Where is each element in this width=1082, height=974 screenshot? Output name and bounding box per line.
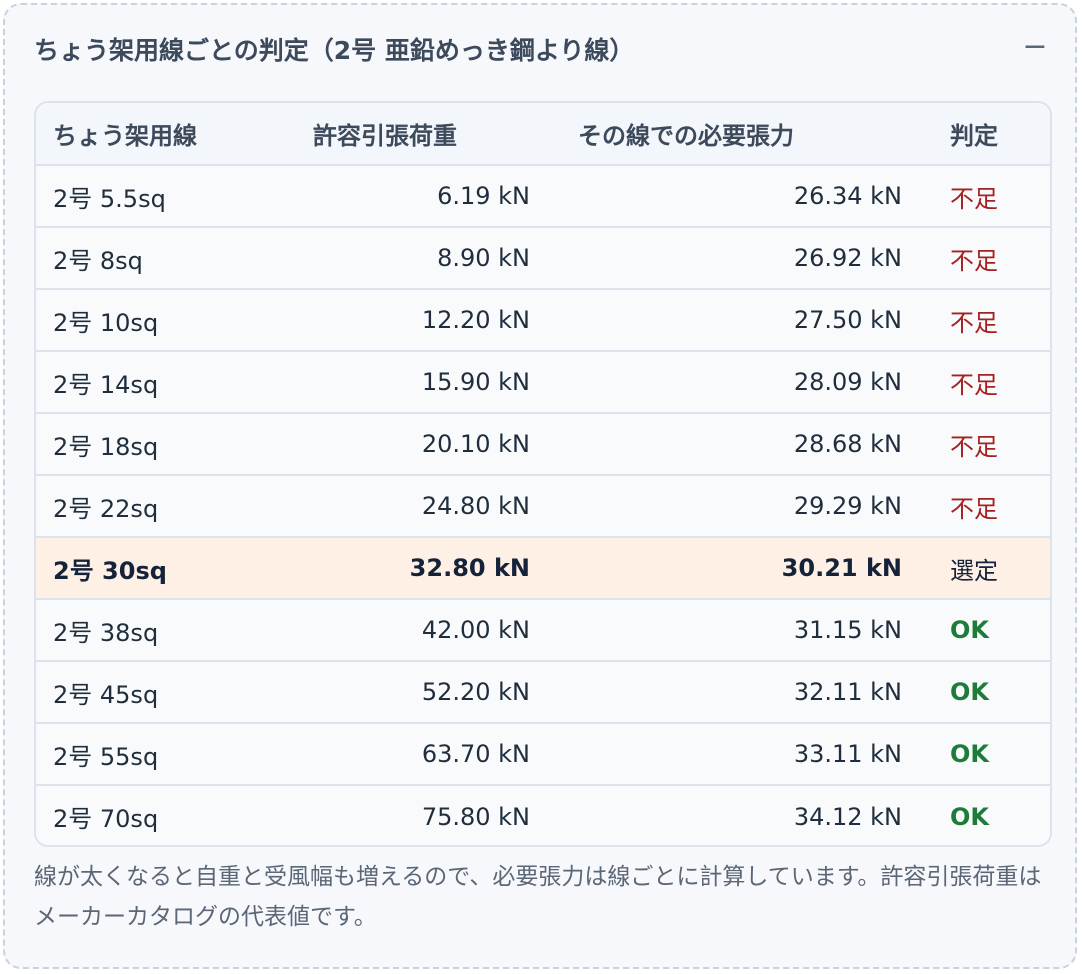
table-row: 2号 70sq 75.80 kN 34.12 kN OK (36, 785, 1050, 845)
cell-required-tension: 28.68 kN (548, 413, 920, 476)
cell-allowable-load: 8.90 kN (266, 227, 548, 290)
cell-required-tension: 26.34 kN (548, 165, 920, 228)
cell-wire: 2号 8sq (36, 227, 266, 290)
collapse-button[interactable]: − (1017, 29, 1053, 65)
judgement-table-card: ちょう架用線 許容引張荷重 その線での必要張力 判定 2号 5.5sq 6.19… (34, 101, 1052, 847)
cell-required-tension: 30.21 kN (548, 537, 920, 600)
cell-judgement: OK (920, 661, 1050, 724)
cell-judgement: 不足 (920, 351, 1050, 414)
cell-allowable-load: 20.10 kN (266, 413, 548, 476)
table-header-row: ちょう架用線 許容引張荷重 その線での必要張力 判定 (36, 103, 1050, 166)
cell-required-tension: 26.92 kN (548, 227, 920, 290)
cell-required-tension: 32.11 kN (548, 661, 920, 724)
cell-required-tension: 28.09 kN (548, 351, 920, 414)
wire-judgement-panel: ちょう架用線ごとの判定（2号 亜鉛めっき鋼より線） − ちょう架用線 許容引張荷… (3, 3, 1077, 969)
table-row: 2号 18sq 20.10 kN 28.68 kN 不足 (36, 413, 1050, 476)
cell-judgement: 選定 (920, 537, 1050, 600)
cell-judgement: 不足 (920, 475, 1050, 538)
cell-wire: 2号 5.5sq (36, 165, 266, 228)
cell-required-tension: 34.12 kN (548, 785, 920, 845)
cell-allowable-load: 75.80 kN (266, 785, 548, 845)
cell-judgement: 不足 (920, 227, 1050, 290)
table-row-selected: 2号 30sq 32.80 kN 30.21 kN 選定 (36, 537, 1050, 600)
cell-allowable-load: 32.80 kN (266, 537, 548, 600)
cell-allowable-load: 52.20 kN (266, 661, 548, 724)
cell-required-tension: 27.50 kN (548, 289, 920, 352)
cell-required-tension: 31.15 kN (548, 599, 920, 662)
cell-wire: 2号 45sq (36, 661, 266, 724)
footnote: 線が太くなると自重と受風幅も増えるので、必要張力は線ごとに計算しています。許容引… (34, 864, 1042, 930)
cell-judgement: 不足 (920, 165, 1050, 228)
cell-wire: 2号 30sq (36, 537, 266, 600)
table-row: 2号 45sq 52.20 kN 32.11 kN OK (36, 661, 1050, 724)
table-row: 2号 55sq 63.70 kN 33.11 kN OK (36, 723, 1050, 786)
cell-required-tension: 29.29 kN (548, 475, 920, 538)
header-wire: ちょう架用線 (36, 103, 266, 166)
table-row: 2号 14sq 15.90 kN 28.09 kN 不足 (36, 351, 1050, 414)
header-judgement: 判定 (920, 103, 1050, 166)
table-row: 2号 22sq 24.80 kN 29.29 kN 不足 (36, 475, 1050, 538)
cell-judgement: OK (920, 723, 1050, 786)
cell-wire: 2号 38sq (36, 599, 266, 662)
cell-judgement: OK (920, 785, 1050, 845)
cell-allowable-load: 6.19 kN (266, 165, 548, 228)
cell-wire: 2号 14sq (36, 351, 266, 414)
cell-allowable-load: 15.90 kN (266, 351, 548, 414)
cell-allowable-load: 24.80 kN (266, 475, 548, 538)
cell-wire: 2号 10sq (36, 289, 266, 352)
panel-header[interactable]: ちょう架用線ごとの判定（2号 亜鉛めっき鋼より線） − (5, 5, 1075, 95)
table-row: 2号 5.5sq 6.19 kN 26.34 kN 不足 (36, 165, 1050, 228)
cell-judgement: 不足 (920, 289, 1050, 352)
cell-wire: 2号 22sq (36, 475, 266, 538)
cell-judgement: OK (920, 599, 1050, 662)
cell-wire: 2号 70sq (36, 785, 266, 845)
cell-allowable-load: 12.20 kN (266, 289, 548, 352)
cell-required-tension: 33.11 kN (548, 723, 920, 786)
table-row: 2号 38sq 42.00 kN 31.15 kN OK (36, 599, 1050, 662)
cell-wire: 2号 18sq (36, 413, 266, 476)
cell-judgement: 不足 (920, 413, 1050, 476)
header-required-tension: その線での必要張力 (548, 103, 920, 166)
table-row: 2号 10sq 12.20 kN 27.50 kN 不足 (36, 289, 1050, 352)
judgement-table: ちょう架用線 許容引張荷重 その線での必要張力 判定 2号 5.5sq 6.19… (36, 103, 1050, 845)
panel-title: ちょう架用線ごとの判定（2号 亜鉛めっき鋼より線） (34, 36, 635, 65)
cell-allowable-load: 42.00 kN (266, 599, 548, 662)
table-row: 2号 8sq 8.90 kN 26.92 kN 不足 (36, 227, 1050, 290)
cell-allowable-load: 63.70 kN (266, 723, 548, 786)
header-allowable-load: 許容引張荷重 (266, 103, 548, 166)
cell-wire: 2号 55sq (36, 723, 266, 786)
